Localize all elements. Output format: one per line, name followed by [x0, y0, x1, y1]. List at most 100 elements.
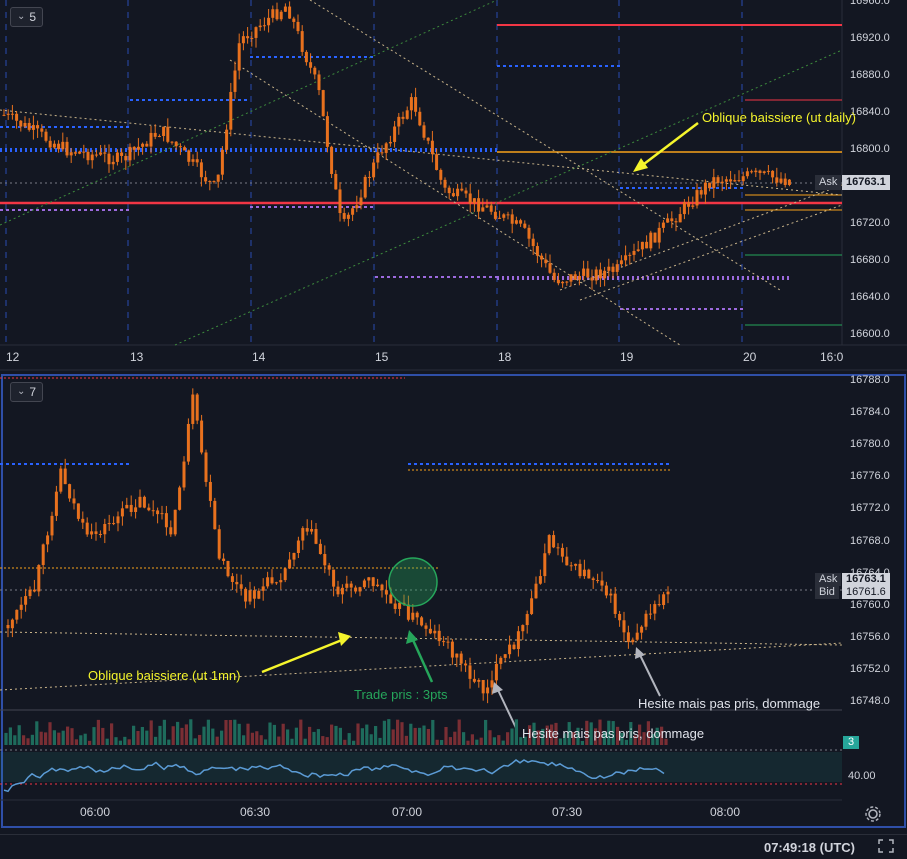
- time-label-1: 06:30: [240, 805, 271, 819]
- candle-body: [86, 151, 90, 161]
- candle-body: [151, 510, 155, 512]
- volume-bar: [79, 735, 83, 745]
- volume-bar: [228, 719, 232, 745]
- candle-body: [169, 527, 173, 535]
- price-label-bottom-1: 16784.0: [850, 406, 890, 419]
- date-label-top-6: 20: [743, 350, 757, 364]
- arrow-trade: [411, 639, 434, 683]
- volume-bar: [462, 732, 466, 745]
- candles-bottom: [6, 388, 670, 704]
- candle-body: [771, 170, 775, 178]
- candle-body: [745, 171, 749, 177]
- price-label-bottom-7: 16760.0: [850, 598, 890, 611]
- pane-collapse-button-bottom[interactable]: ⌄ 7: [10, 382, 44, 402]
- annotation-trade: Trade pris : 3pts: [354, 687, 448, 702]
- date-label-top-1: 13: [130, 350, 144, 364]
- candle-body: [393, 126, 397, 142]
- volume-bar: [352, 740, 356, 745]
- candle-body: [217, 529, 221, 559]
- fullscreen-icon[interactable]: [877, 838, 895, 854]
- candle-body: [695, 190, 699, 206]
- volume-bar: [431, 719, 435, 745]
- candle-body: [604, 585, 608, 596]
- volume-bar: [272, 724, 276, 745]
- candle-body: [107, 153, 111, 165]
- candle-body: [573, 274, 577, 280]
- candle-body: [716, 177, 720, 183]
- candle-body: [787, 179, 791, 185]
- volume-bar: [435, 739, 439, 745]
- pane-collapse-button-top[interactable]: ⌄ 5: [10, 7, 44, 27]
- candle-body: [472, 678, 476, 682]
- volume-bar: [409, 723, 413, 745]
- candle-body: [153, 132, 157, 137]
- volume-bar: [13, 735, 17, 745]
- candle-body: [317, 74, 321, 91]
- volume-bar: [61, 730, 65, 745]
- chart-canvas[interactable]: [0, 0, 907, 857]
- candle-body: [775, 177, 779, 183]
- candle-body: [591, 578, 595, 581]
- candle-body: [758, 170, 762, 173]
- volume-bar: [70, 728, 74, 745]
- candle-body: [304, 51, 308, 63]
- candle-body: [485, 205, 489, 208]
- candle-body: [640, 241, 644, 250]
- gear-icon[interactable]: [863, 804, 883, 824]
- clock[interactable]: 07:49:18 (UTC): [764, 840, 855, 855]
- candle-body: [212, 181, 216, 183]
- candle-body: [149, 132, 153, 147]
- volume-bar: [325, 737, 329, 745]
- candle-body: [191, 159, 195, 162]
- candle-body: [477, 680, 481, 682]
- ask-tag-top: Ask: [815, 175, 842, 190]
- candle-body: [136, 146, 140, 150]
- candle-body: [724, 179, 728, 182]
- candle-body: [569, 274, 573, 282]
- volume-bar: [26, 738, 30, 745]
- candle-body: [603, 270, 607, 279]
- candle-body: [132, 146, 136, 150]
- volume-bar: [4, 732, 8, 745]
- price-label-bottom-3: 16776.0: [850, 470, 890, 483]
- volume-bar: [198, 734, 202, 745]
- candle-body: [481, 680, 485, 694]
- date-label-top-3: 15: [375, 350, 389, 364]
- candle-body: [261, 586, 265, 591]
- candle-body: [141, 143, 145, 147]
- candle-body: [635, 632, 639, 640]
- candle-body: [327, 565, 331, 570]
- candle-body: [516, 631, 520, 650]
- candle-body: [174, 141, 178, 147]
- candle-body: [300, 31, 304, 52]
- candle-body: [332, 569, 336, 587]
- candle-body: [779, 178, 783, 183]
- candle-body: [44, 131, 48, 141]
- candle-body: [594, 269, 598, 281]
- candle-body: [481, 207, 485, 212]
- candle-body: [611, 266, 615, 272]
- candle-body: [737, 180, 741, 182]
- candle-body: [204, 177, 208, 182]
- volume-bar: [281, 723, 285, 745]
- time-label-0: 06:00: [80, 805, 111, 819]
- candle-body: [318, 543, 322, 555]
- candle-body: [477, 198, 481, 212]
- volume-bar: [237, 723, 241, 745]
- candle-body: [246, 36, 250, 39]
- candle-body: [314, 528, 318, 544]
- candle-body: [636, 249, 640, 251]
- top-pane-bg: [0, 0, 842, 345]
- volume-bar: [162, 719, 166, 745]
- price-label-bottom-5: 16768.0: [850, 534, 890, 547]
- candle-body: [138, 496, 142, 508]
- volume-bar: [299, 719, 303, 745]
- candle-body: [653, 232, 657, 243]
- volume-bar: [404, 735, 408, 745]
- candle-body: [521, 625, 525, 632]
- volume-badge: 3: [843, 736, 859, 749]
- price-label-top-3: 16840.0: [850, 106, 890, 118]
- ask-price-bottom: 16763.1: [842, 573, 890, 586]
- volume-bar: [92, 727, 96, 745]
- candle-body: [235, 581, 239, 585]
